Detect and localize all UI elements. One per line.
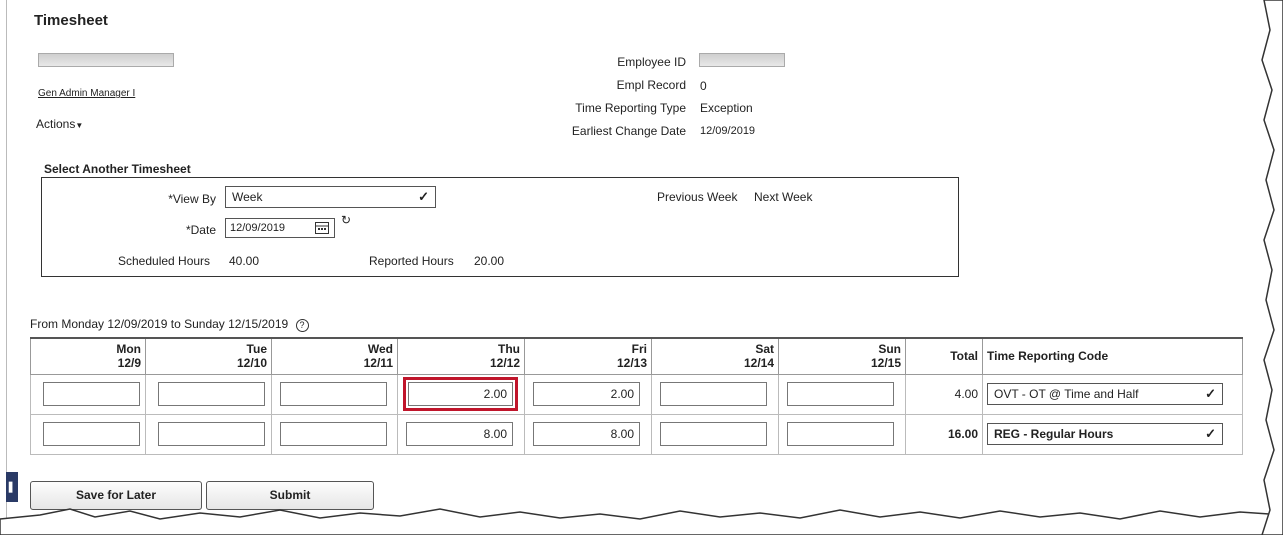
page-title: Timesheet [34, 12, 108, 29]
trc-value: REG - Regular Hours [994, 427, 1114, 441]
actions-menu[interactable]: Actions▼ [36, 117, 83, 131]
help-icon[interactable]: ? [295, 319, 309, 332]
trc-select[interactable]: REG - Regular Hours ✓ [987, 423, 1223, 445]
grid-header-row: Mon 12/9 Tue 12/10 Wed 12/11 Thu 12/12 Fri 12… [30, 337, 1243, 375]
col-total: Total [905, 337, 983, 375]
caret-down-icon: ▼ [75, 121, 84, 130]
actions-label: Actions [36, 117, 76, 131]
cell-wed [271, 413, 398, 455]
col-fri: Fri 12/13 [524, 337, 652, 375]
cell-tue [145, 413, 272, 455]
cell-sat [651, 413, 779, 455]
hours-input-fri[interactable]: 2.00 [533, 382, 640, 406]
hours-input-mon[interactable] [43, 382, 140, 406]
chevron-down-icon: ✓ [1205, 426, 1216, 441]
previous-week-link[interactable]: Previous Week [657, 190, 737, 204]
date-value: 12/09/2019 [230, 222, 286, 234]
hours-input-sat[interactable] [660, 382, 767, 406]
col-tue: Tue 12/10 [145, 337, 272, 375]
reported-hours-label: Reported Hours [369, 254, 454, 268]
earliest-change-date-value: 12/09/2019 [700, 125, 756, 137]
hours-input-tue[interactable] [158, 382, 265, 406]
hours-input-tue[interactable] [158, 422, 265, 446]
hours-input-thu[interactable]: 8.00 [406, 422, 513, 446]
chevron-down-icon: ✓ [418, 189, 429, 204]
panel-toggle-icon[interactable]: ❚❚ [6, 472, 24, 502]
col-sun: Sun 12/15 [778, 337, 906, 375]
cell-mon [30, 373, 146, 415]
cell-fri: 8.00 [524, 413, 652, 455]
cell-thu: 2.00 [397, 373, 525, 415]
cell-sun [778, 373, 906, 415]
col-thu: Thu 12/12 [397, 337, 525, 375]
hours-input-sun[interactable] [787, 422, 894, 446]
employee-id-label: Employee ID [617, 55, 686, 69]
time-reporting-type-label: Time Reporting Type [575, 101, 686, 115]
trc-select[interactable]: OVT - OT @ Time and Half ✓ [987, 383, 1223, 405]
employee-name-redacted [38, 53, 174, 67]
view-by-label: *View By [168, 192, 216, 206]
torn-edge-right [1261, 0, 1283, 535]
hours-input-sat[interactable] [660, 422, 767, 446]
col-mon: Mon 12/9 [30, 337, 146, 375]
reported-hours-value: 20.00 [474, 254, 505, 268]
next-week-link[interactable]: Next Week [754, 190, 812, 204]
hours-input-wed[interactable] [280, 382, 387, 406]
cell-mon [30, 413, 146, 455]
cell-sat [651, 373, 779, 415]
cell-fri: 2.00 [524, 373, 652, 415]
employee-id-redacted [699, 53, 785, 67]
empl-record-value: 0 [700, 79, 707, 93]
view-by-select[interactable]: Week ✓ [225, 186, 436, 208]
view-by-value: Week [232, 190, 263, 204]
scheduled-hours-label: Scheduled Hours [118, 254, 211, 268]
table-row: 8.00 8.00 16.00 REG - Regular Hours ✓ [30, 413, 1243, 455]
cell-thu: 8.00 [397, 413, 525, 455]
job-title-link[interactable]: Gen Admin Manager I [38, 88, 135, 99]
cell-trc: OVT - OT @ Time and Half ✓ [982, 373, 1243, 415]
col-time-reporting-code: Time Reporting Code [982, 337, 1243, 375]
timesheet-grid: Mon 12/9 Tue 12/10 Wed 12/11 Thu 12/12 Fri 12… [30, 337, 1243, 455]
col-sat: Sat 12/14 [651, 337, 779, 375]
torn-edge-bottom [0, 508, 1283, 535]
row-total: 16.00 [905, 413, 983, 455]
date-range-label: From Monday 12/09/2019 to Sunday 12/15/2… [30, 317, 309, 332]
row-total: 4.00 [905, 373, 983, 415]
col-wed: Wed 12/11 [271, 337, 398, 375]
hours-input-wed[interactable] [280, 422, 387, 446]
hours-input-sun[interactable] [787, 382, 894, 406]
cell-wed [271, 373, 398, 415]
cell-tue [145, 373, 272, 415]
cell-sun [778, 413, 906, 455]
scheduled-hours-value: 40.00 [229, 254, 260, 268]
cell-trc: REG - Regular Hours ✓ [982, 413, 1243, 455]
calendar-icon[interactable] [315, 222, 329, 234]
hours-input-thu[interactable]: 2.00 [403, 377, 518, 411]
hours-input-fri[interactable]: 8.00 [533, 422, 640, 446]
empl-record-label: Empl Record [616, 78, 686, 92]
trc-value: OVT - OT @ Time and Half [994, 387, 1139, 401]
hours-input-mon[interactable] [43, 422, 140, 446]
select-timesheet-heading: Select Another Timesheet [44, 162, 191, 176]
time-reporting-type-value: Exception [700, 101, 753, 115]
earliest-change-date-label: Earliest Change Date [571, 124, 686, 138]
refresh-icon[interactable]: ↻ [341, 213, 351, 227]
date-range-text: From Monday 12/09/2019 to Sunday 12/15/2… [30, 317, 289, 331]
date-label: *Date [185, 223, 216, 237]
chevron-down-icon: ✓ [1205, 386, 1216, 401]
table-row: 2.00 2.00 4.00 OVT - OT @ Time and Half … [30, 373, 1243, 415]
